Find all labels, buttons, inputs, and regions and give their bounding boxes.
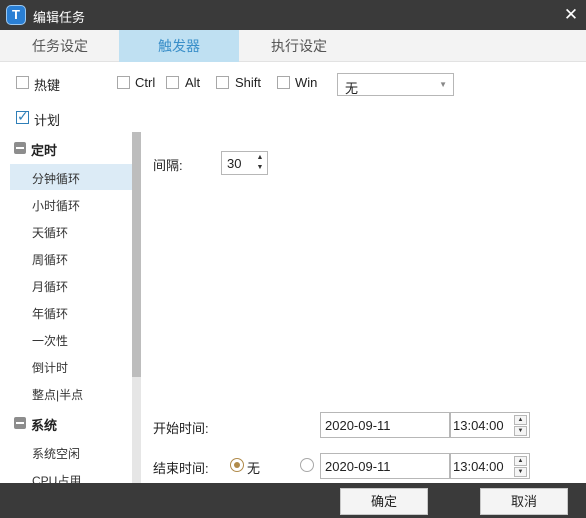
ctrl-label: Ctrl (135, 75, 156, 90)
time-up-arrow-icon[interactable]: ▲ (514, 415, 527, 425)
tab-bar: 任务设定 触发器 执行设定 (0, 30, 586, 62)
time-down-arrow-icon[interactable]: ▼ (514, 467, 527, 477)
interval-stepper[interactable]: 30 ▲ ▼ (221, 151, 268, 175)
list-item-label: 分钟循环 (32, 172, 81, 186)
plan-label: 计划 (34, 113, 61, 128)
end-date-field[interactable]: 2020-09-11 (320, 453, 450, 479)
dropdown-arrow-icon: ▼ (439, 80, 447, 89)
schedule-type-list: 定时 分钟循环 小时循环 天循环 周循环 月循环 年循环 一次性 倒计时 整点|… (10, 132, 132, 483)
list-item-label: 整点|半点 (32, 388, 84, 402)
start-time-value: 13:04:00 (453, 418, 504, 433)
list-item-label: 年循环 (32, 307, 69, 321)
win-checkbox[interactable] (277, 76, 290, 89)
end-date-value: 2020-09-11 (325, 459, 391, 474)
list-item-month-loop[interactable]: 月循环 (10, 272, 132, 298)
list-item-countdown[interactable]: 倒计时 (10, 353, 132, 379)
close-button[interactable]: ✕ (560, 4, 582, 26)
list-item-label: 倒计时 (32, 361, 69, 375)
start-date-value: 2020-09-11 (325, 418, 391, 433)
end-time-label: 结束时间: (153, 461, 209, 476)
list-item-label: 周循环 (32, 253, 69, 267)
start-date-field[interactable]: 2020-09-11 (320, 412, 450, 438)
alt-checkbox[interactable] (166, 76, 179, 89)
tab-execution-settings[interactable]: 执行设定 (239, 30, 359, 62)
ok-button[interactable]: 确定 (340, 488, 428, 515)
list-item-system-idle[interactable]: 系统空闲 (10, 439, 132, 465)
decrement-arrow-icon[interactable]: ▼ (255, 163, 265, 173)
end-time-field[interactable]: 13:04:00 ▲ ▼ (450, 453, 530, 479)
win-label: Win (295, 75, 318, 90)
alt-label: Alt (185, 75, 201, 90)
hotkey-key-value: 无 (345, 81, 359, 96)
time-up-arrow-icon[interactable]: ▲ (514, 456, 527, 466)
start-time-label: 开始时间: (153, 421, 209, 436)
window-title: 编辑任务 (33, 10, 86, 25)
list-item-label: CPU占用 (32, 474, 82, 483)
list-item-minute-loop[interactable]: 分钟循环 (10, 164, 132, 190)
list-item-label: 月循环 (32, 280, 69, 294)
list-item-week-loop[interactable]: 周循环 (10, 245, 132, 271)
list-item-label: 系统空闲 (32, 447, 81, 461)
plan-checkbox[interactable] (16, 108, 29, 125)
time-down-arrow-icon[interactable]: ▼ (514, 426, 527, 436)
collapse-icon[interactable] (14, 417, 26, 429)
ctrl-checkbox[interactable] (117, 76, 130, 89)
list-item-label: 一次性 (32, 334, 69, 348)
app-logo-icon: T (6, 5, 26, 25)
end-time-value: 13:04:00 (453, 459, 504, 474)
interval-label: 间隔: (153, 158, 183, 173)
shift-checkbox[interactable] (216, 76, 229, 89)
shift-label: Shift (235, 75, 262, 90)
list-item-day-loop[interactable]: 天循环 (10, 218, 132, 244)
group-label: 系统 (31, 418, 58, 433)
collapse-icon[interactable] (14, 142, 26, 154)
end-none-radio[interactable] (230, 458, 244, 472)
cancel-button[interactable]: 取消 (480, 488, 568, 515)
list-scrollbar[interactable] (132, 132, 141, 483)
hotkey-key-select[interactable]: 无 ▼ (337, 73, 454, 96)
list-item-one-time[interactable]: 一次性 (10, 326, 132, 352)
group-label: 定时 (31, 143, 58, 158)
list-item-label: 小时循环 (32, 199, 81, 213)
list-item-hour-loop[interactable]: 小时循环 (10, 191, 132, 217)
group-system[interactable]: 系统 (10, 411, 132, 435)
increment-arrow-icon[interactable]: ▲ (255, 153, 265, 163)
list-item-year-loop[interactable]: 年循环 (10, 299, 132, 325)
hotkey-checkbox[interactable] (16, 76, 29, 89)
tab-task-settings[interactable]: 任务设定 (0, 30, 120, 62)
scrollbar-thumb[interactable] (132, 132, 141, 377)
list-item-hour-half-hour[interactable]: 整点|半点 (10, 380, 132, 406)
start-time-field[interactable]: 13:04:00 ▲ ▼ (450, 412, 530, 438)
end-date-radio[interactable] (300, 458, 314, 472)
group-timed[interactable]: 定时 (10, 136, 132, 160)
list-item-label: 天循环 (32, 226, 69, 240)
end-none-label: 无 (247, 461, 261, 476)
interval-value: 30 (227, 156, 242, 171)
tab-trigger[interactable]: 触发器 (119, 30, 239, 62)
list-item-cpu-usage[interactable]: CPU占用 (10, 466, 132, 483)
title-bar: T 编辑任务 ✕ (0, 0, 586, 30)
hotkey-label: 热键 (34, 78, 61, 93)
